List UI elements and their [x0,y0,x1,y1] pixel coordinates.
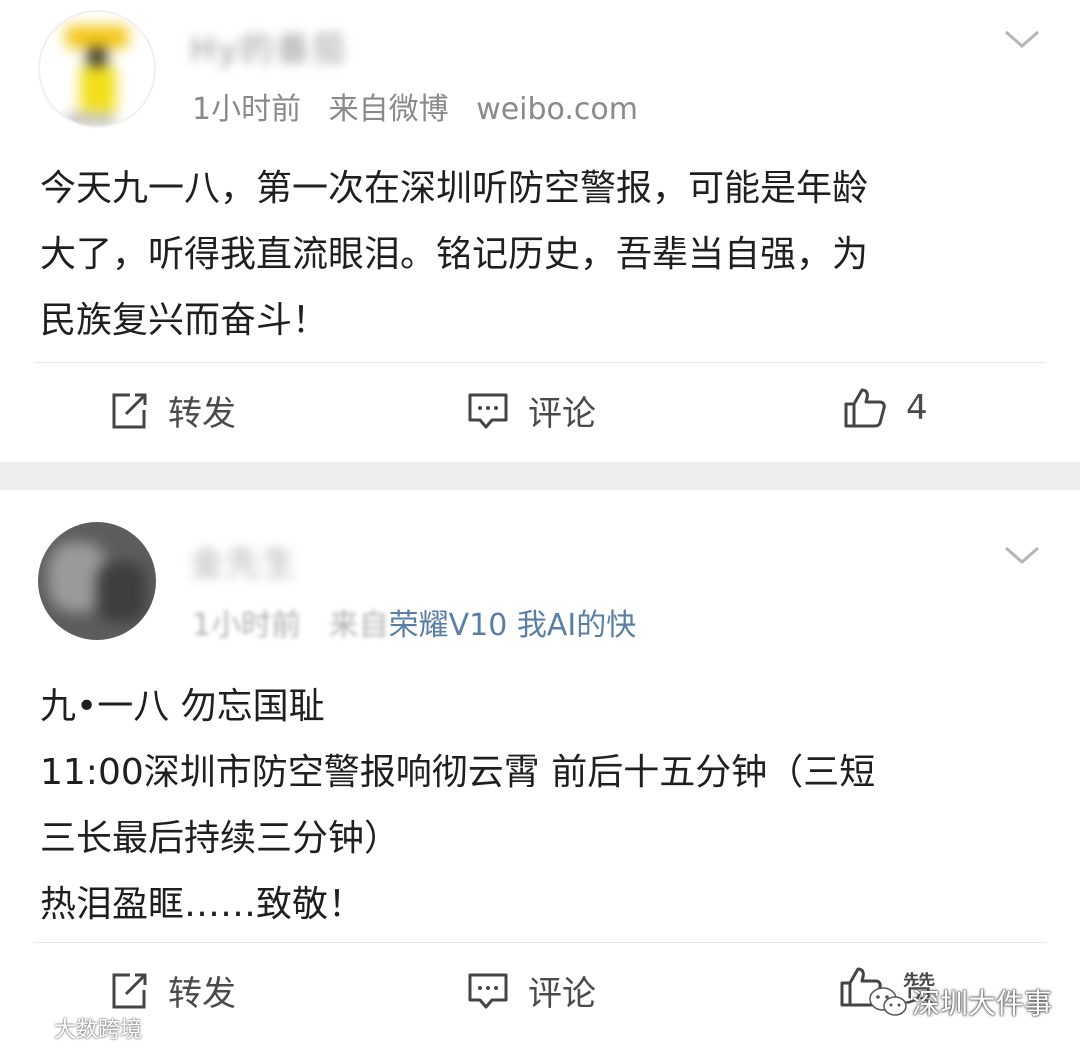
post-content: 今天九一八，第一次在深圳听防空警报，可能是年龄 大了，听得我直流眼泪。铭记历史，… [40,156,1040,354]
watermark-right-text: 深圳大件事 [912,987,1053,1020]
thumbs-up-icon [844,388,886,428]
feed-separator [0,462,1080,490]
like-button[interactable]: 4 [842,386,928,430]
post-source-link[interactable]: 荣耀V10 我AI的快 [389,608,637,643]
comment-icon [468,973,508,1008]
comment-button[interactable]: 评论 [466,386,596,435]
content-line: 11:00深圳市防空警报响彻云霄 前后十五分钟（三短 [40,752,876,793]
post-meta: 1小时前 来自微博 weibo.com [192,84,656,128]
post-time: 1小时前 [192,608,302,643]
repost-label: 转发 [168,394,236,434]
chevron-down-icon[interactable] [1002,544,1042,568]
username[interactable]: 金先生 [190,536,298,585]
content-line: 大了，听得我直流眼泪。铭记历史，吾辈当自强，为 [40,234,869,275]
comment-button[interactable]: 评论 [466,966,596,1015]
repost-icon [112,393,147,428]
content-line: 九•一八 勿忘国耻 [40,686,325,727]
post-source-prefix: 来自 [328,608,389,643]
post-source-prefix: 来自微博 [328,92,449,127]
repost-label: 转发 [168,974,236,1014]
divider [34,942,1046,943]
post-source: weibo.com [476,92,638,127]
content-line: 热泪盈眶……致敬！ [40,884,365,925]
avatar-label: 看啊来啊 [66,114,115,128]
weibo-post-1: 看啊来啊 Hy的番茄 1小时前 来自微博 weibo.com 今天九一八，第一次… [0,0,1080,462]
chevron-down-icon[interactable] [1002,28,1042,52]
content-line: 三长最后持续三分钟） [40,818,401,859]
repost-button[interactable]: 转发 [108,386,236,435]
post-content: 九•一八 勿忘国耻 11:00深圳市防空警报响彻云霄 前后十五分钟（三短 三长最… [40,674,1040,938]
repost-icon [112,973,147,1008]
post-meta: 1小时前 来自荣耀V10 我AI的快 [192,600,636,644]
post-time: 1小时前 [192,92,302,127]
watermark-left: 大数跨境 [8,1012,142,1044]
watermark-left-text: 大数跨境 [54,1018,143,1043]
divider [34,362,1046,363]
content-line: 今天九一八，第一次在深圳听防空警报，可能是年龄 [40,168,869,209]
avatar[interactable]: 看啊来啊 [38,10,156,128]
username[interactable]: Hy的番茄 [190,22,348,71]
watermark-logo-icon [8,1018,47,1038]
comment-icon [468,393,508,428]
like-count: 4 [906,388,928,428]
comment-label: 评论 [528,974,596,1014]
wechat-icon [869,987,907,1016]
repost-button[interactable]: 转发 [108,966,236,1015]
comment-label: 评论 [528,394,596,434]
watermark-right: 深圳大件事 [868,982,1052,1022]
content-line: 民族复兴而奋斗！ [40,300,329,341]
avatar[interactable] [38,522,156,640]
